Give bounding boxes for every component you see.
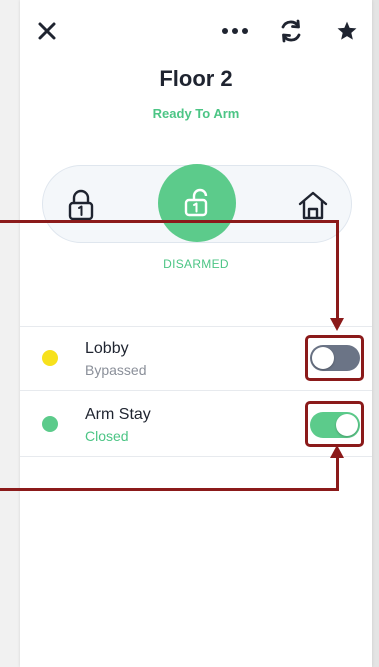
close-icon[interactable]	[34, 18, 60, 44]
callout-line	[336, 458, 339, 491]
callout-box	[305, 335, 364, 381]
home-icon	[298, 191, 328, 220]
callout-line	[0, 220, 339, 223]
zone-status: Bypassed	[85, 362, 147, 378]
locked-icon	[68, 189, 94, 221]
callout-arrow	[330, 445, 344, 458]
callout-arrow	[330, 318, 344, 331]
zone-status: Closed	[85, 428, 129, 444]
zone-name: Lobby	[85, 340, 129, 357]
unlocked-icon	[184, 188, 208, 217]
divider	[20, 456, 372, 457]
divider	[20, 390, 372, 391]
star-icon[interactable]	[334, 18, 360, 44]
disarm-button[interactable]	[158, 164, 236, 242]
zone-name: Arm Stay	[85, 406, 151, 423]
zone-status-dot	[42, 350, 58, 366]
partition-title: Floor 2	[159, 66, 233, 91]
partition-status: Ready To Arm	[152, 106, 240, 121]
callout-box	[305, 401, 364, 447]
top-bar	[0, 0, 379, 60]
zone-status-dot	[42, 416, 58, 432]
partition-panel	[20, 0, 372, 667]
arm-away-button[interactable]	[64, 188, 98, 222]
callout-line	[0, 488, 339, 491]
more-icon[interactable]	[220, 18, 250, 44]
arm-stay-button[interactable]	[296, 188, 330, 222]
side-strip	[372, 0, 379, 667]
callout-line	[336, 220, 339, 320]
refresh-icon[interactable]	[276, 16, 306, 46]
arm-mode-label: DISARMED	[163, 257, 229, 271]
divider	[20, 326, 372, 327]
